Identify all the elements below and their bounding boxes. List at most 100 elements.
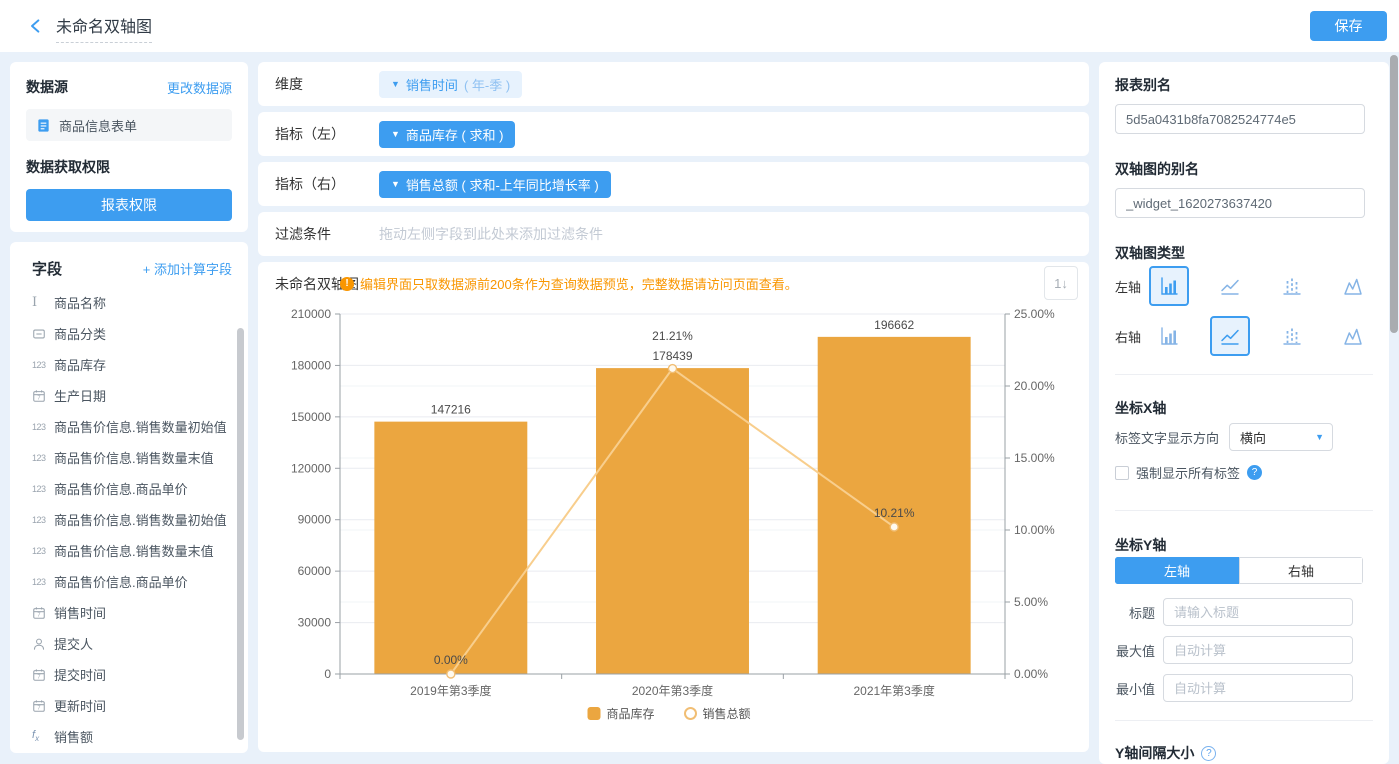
filter-label: 过滤条件 <box>275 224 379 244</box>
peak-chart-icon[interactable] <box>1333 316 1373 356</box>
report-alias-input[interactable] <box>1115 104 1365 134</box>
svg-text:商品库存: 商品库存 <box>607 706 655 721</box>
fields-card: 字段 + 添加计算字段 I商品名称商品分类123商品库存7生产日期123商品售价… <box>10 242 248 753</box>
y-axis-tabs: 左轴 右轴 <box>1115 557 1363 584</box>
svg-text:25.00%: 25.00% <box>1014 307 1055 321</box>
number-field-icon: 123 <box>32 546 54 556</box>
y-min-input[interactable] <box>1163 674 1353 702</box>
fields-scrollbar[interactable] <box>237 328 244 740</box>
dual-type-title: 双轴图类型 <box>1115 244 1373 262</box>
bar-chart-icon[interactable] <box>1149 266 1189 306</box>
metric-left-row: 指标（左） ▼ 商品库存 ( 求和 ) <box>258 112 1089 156</box>
field-list-item[interactable]: 123商品售价信息.销售数量末值 <box>10 535 248 566</box>
field-list-item[interactable]: 提交人 <box>10 628 248 659</box>
line-chart-icon[interactable] <box>1210 316 1250 356</box>
field-list: I商品名称商品分类123商品库存7生产日期123商品售价信息.销售数量初始值12… <box>10 287 248 752</box>
label-direction-select[interactable]: 横向 ▼ <box>1229 423 1333 451</box>
datasource-title: 数据源 <box>26 77 68 97</box>
dimension-label: 维度 <box>275 74 379 94</box>
svg-text:90000: 90000 <box>298 513 332 527</box>
chevron-down-icon: ▼ <box>1315 432 1324 442</box>
chart-warning: ! 编辑界面只取数据源前200条作为查询数据预览，完整数据请访问页面查看。 <box>340 274 798 293</box>
filter-row[interactable]: 过滤条件 拖动左侧字段到此处来添加过滤条件 <box>258 212 1089 256</box>
y-title-input[interactable] <box>1163 598 1353 626</box>
sort-button[interactable]: 1↓ <box>1044 266 1078 300</box>
datasource-card: 数据源 更改数据源 商品信息表单 数据获取权限 报表权限 <box>10 62 248 232</box>
field-label: 商品售价信息.销售数量末值 <box>54 448 214 467</box>
add-calc-field-link[interactable]: + 添加计算字段 <box>143 259 232 278</box>
tab-left-axis[interactable]: 左轴 <box>1115 557 1239 584</box>
metric-left-chip[interactable]: ▼ 商品库存 ( 求和 ) <box>379 121 515 148</box>
field-list-item[interactable]: 7提交时间 <box>10 659 248 690</box>
dimension-row: 维度 ▼ 销售时间 ( 年-季 ) <box>258 62 1089 106</box>
page-scrollbar[interactable] <box>1390 55 1398 333</box>
text-field-icon: I <box>32 295 54 310</box>
number-field-icon: 123 <box>32 360 54 370</box>
change-datasource-link[interactable]: 更改数据源 <box>167 78 232 97</box>
report-permission-button[interactable]: 报表权限 <box>26 189 232 221</box>
svg-text:178439: 178439 <box>652 349 692 363</box>
svg-text:196662: 196662 <box>874 318 914 332</box>
dashed-bar-chart-icon[interactable] <box>1272 266 1312 306</box>
field-list-item[interactable]: 商品分类 <box>10 318 248 349</box>
field-list-item[interactable]: 123商品售价信息.商品单价 <box>10 473 248 504</box>
date-field-icon: 7 <box>32 699 54 713</box>
force-labels-checkbox[interactable] <box>1115 466 1129 480</box>
field-label: 商品名称 <box>54 293 106 312</box>
peak-chart-icon[interactable] <box>1333 266 1373 306</box>
field-list-item[interactable]: 123商品库存 <box>10 349 248 380</box>
datasource-item[interactable]: 商品信息表单 <box>26 109 232 141</box>
y-axis-title: 坐标Y轴 <box>1115 536 1373 554</box>
y-interval-title: Y轴间隔大小 <box>1115 744 1194 762</box>
label-direction-label: 标签文字显示方向 <box>1115 428 1219 447</box>
axis-row-label: 右轴 <box>1115 327 1149 346</box>
y-max-input[interactable] <box>1163 636 1353 664</box>
dashed-bar-chart-icon[interactable] <box>1272 316 1312 356</box>
help-icon[interactable]: ? <box>1247 465 1262 480</box>
warning-icon: ! <box>340 277 354 291</box>
field-label: 商品分类 <box>54 324 106 343</box>
widget-alias-input[interactable] <box>1115 188 1365 218</box>
datasource-item-label: 商品信息表单 <box>59 116 137 135</box>
svg-text:7: 7 <box>37 612 40 618</box>
field-list-item[interactable]: 123商品售价信息.销售数量初始值 <box>10 411 248 442</box>
chevron-left-icon <box>28 18 44 34</box>
field-list-item[interactable]: 7销售时间 <box>10 597 248 628</box>
svg-text:2019年第3季度: 2019年第3季度 <box>410 683 491 698</box>
chart-warning-text: 编辑界面只取数据源前200条作为查询数据预览，完整数据请访问页面查看。 <box>360 274 798 293</box>
chevron-down-icon: ▼ <box>391 80 400 89</box>
metric-left-label: 指标（左） <box>275 124 379 144</box>
number-field-icon: 123 <box>32 577 54 587</box>
field-list-item[interactable]: 123商品售价信息.商品单价 <box>10 566 248 597</box>
line-chart-icon[interactable] <box>1210 266 1250 306</box>
y-min-row: 最小值 <box>1115 674 1373 702</box>
dimension-chip-label: 销售时间 <box>406 75 458 94</box>
document-icon <box>36 118 51 133</box>
metric-right-label: 指标（右） <box>275 174 379 194</box>
help-icon[interactable]: ? <box>1201 746 1216 761</box>
divider <box>1115 720 1373 721</box>
dimension-chip[interactable]: ▼ 销售时间 ( 年-季 ) <box>379 71 522 98</box>
svg-text:30000: 30000 <box>298 616 332 630</box>
metric-right-chip-label: 销售总额 ( 求和-上年同比增长率 ) <box>406 175 599 194</box>
save-button[interactable]: 保存 <box>1310 11 1387 41</box>
field-list-item[interactable]: 123商品售价信息.销售数量末值 <box>10 442 248 473</box>
svg-text:5.00%: 5.00% <box>1014 595 1048 609</box>
svg-text:0.00%: 0.00% <box>1014 667 1048 681</box>
metric-right-chip[interactable]: ▼ 销售总额 ( 求和-上年同比增长率 ) <box>379 171 611 198</box>
chevron-down-icon: ▼ <box>391 130 400 139</box>
field-list-item[interactable]: 7生产日期 <box>10 380 248 411</box>
field-list-item[interactable]: 7更新时间 <box>10 690 248 721</box>
bar-chart-icon[interactable] <box>1149 316 1189 356</box>
field-label: 商品售价信息.销售数量末值 <box>54 541 214 560</box>
field-list-item[interactable]: 123商品售价信息.销售数量初始值 <box>10 504 248 535</box>
svg-text:10.21%: 10.21% <box>874 506 915 520</box>
back-button[interactable] <box>24 14 48 38</box>
page-title[interactable]: 未命名双轴图 <box>56 13 152 43</box>
tab-right-axis[interactable]: 右轴 <box>1239 557 1363 584</box>
field-list-item[interactable]: fx销售额 <box>10 721 248 752</box>
y-max-label: 最大值 <box>1115 641 1163 660</box>
field-list-item[interactable]: I商品名称 <box>10 287 248 318</box>
chart-card: 1472161784391966620.00%21.21%10.21%03000… <box>258 262 1089 752</box>
field-label: 销售额 <box>54 727 93 746</box>
